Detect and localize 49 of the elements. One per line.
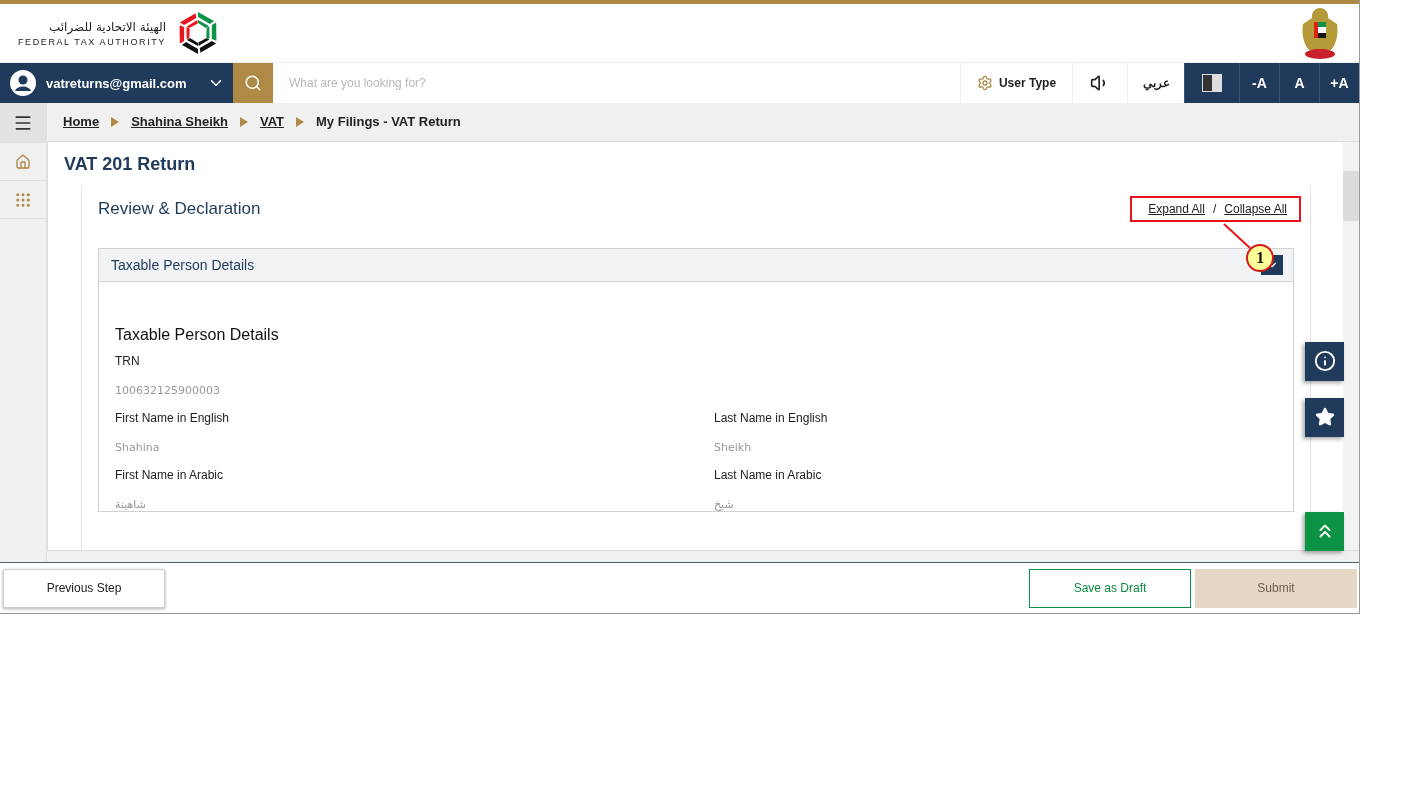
expand-all-link[interactable]: Expand All xyxy=(1148,201,1205,216)
details-heading: Taxable Person Details xyxy=(115,325,280,344)
link-separator: / xyxy=(1212,201,1217,216)
search-button[interactable] xyxy=(233,63,273,103)
font-size-button[interactable]: -A xyxy=(1239,63,1279,103)
star-icon xyxy=(1314,407,1335,428)
field-value: Sheikh xyxy=(714,440,753,454)
info-icon xyxy=(1313,350,1336,373)
home-icon xyxy=(15,153,31,170)
field-value: شاهينة xyxy=(115,497,147,511)
font-size-button[interactable]: A xyxy=(1279,63,1319,103)
grid-icon xyxy=(14,190,32,209)
section-title: Review & Declaration xyxy=(98,198,261,219)
breadcrumb-link[interactable]: Shahina Sheikh xyxy=(131,114,228,130)
settings-icon xyxy=(976,75,993,91)
field-label: First Name in Arabic xyxy=(115,467,225,482)
field-label: Last Name in Arabic xyxy=(714,467,823,482)
breadcrumb-separator-icon xyxy=(111,116,120,127)
scrollbar-thumb[interactable] xyxy=(1343,170,1359,221)
info-button[interactable] xyxy=(1305,341,1344,381)
scroll-top-button[interactable] xyxy=(1305,511,1344,551)
page-title: VAT 201 Return xyxy=(64,153,197,175)
breadcrumb-link[interactable]: Home xyxy=(63,114,100,130)
annotation-marker: 1 xyxy=(1246,243,1275,272)
user-avatar-icon xyxy=(10,70,36,96)
field-label: First Name in English xyxy=(115,410,231,425)
favorite-button[interactable] xyxy=(1305,397,1344,437)
field-label: Last Name in English xyxy=(714,410,829,425)
breadcrumb-link[interactable]: VAT xyxy=(259,114,284,130)
contrast-icon xyxy=(1202,74,1222,92)
font-size-button[interactable]: +A xyxy=(1319,63,1359,103)
contrast-button[interactable] xyxy=(1184,63,1239,103)
user-menu-button[interactable]: vatreturns@gmail.com xyxy=(0,63,233,103)
menu-button[interactable] xyxy=(0,103,46,143)
field-value: شيخ xyxy=(714,497,735,511)
accordion-title: Taxable Person Details xyxy=(111,256,255,273)
breadcrumb-separator-icon xyxy=(239,116,248,127)
search-icon xyxy=(244,74,262,92)
save-draft-button[interactable]: Save as Draft xyxy=(1029,568,1191,608)
logo-text: FEDERAL TAX AUTHORITY xyxy=(18,36,166,47)
logo-arabic-text: الهيئة الاتحادية للضرائب xyxy=(49,19,166,34)
field-value: 100632125900003 xyxy=(115,383,221,397)
breadcrumb-current: My Filings - VAT Return xyxy=(316,114,461,130)
collapse-all-link[interactable]: Collapse All xyxy=(1224,201,1287,216)
field-value: Shahina xyxy=(115,440,161,454)
field-label: TRN xyxy=(115,353,141,368)
scrollbar[interactable] xyxy=(1343,141,1359,550)
breadcrumb-separator-icon xyxy=(296,116,304,127)
previous-step-button[interactable]: Previous Step xyxy=(3,568,165,608)
